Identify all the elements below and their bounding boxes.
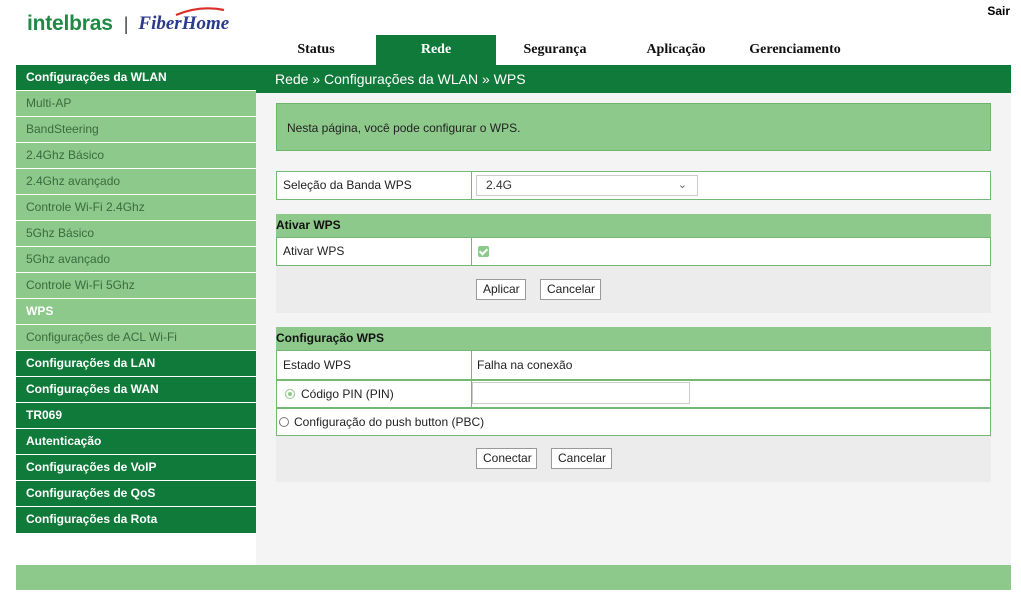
sidebar-item-controle-24ghz[interactable]: Controle Wi-Fi 2.4Ghz [16,195,256,221]
cancel-config-button[interactable]: Cancelar [551,448,612,469]
tab-gerenciamento[interactable]: Gerenciamento [738,35,852,66]
pbc-row: Configuração do push button (PBC) [276,408,991,436]
sidebar-header-tr069[interactable]: TR069 [16,403,256,429]
brand-logo: intelbras | FiberHome [27,7,229,40]
pin-input[interactable] [472,382,690,404]
sidebar-item-5ghz-avancado[interactable]: 5Ghz avançado [16,247,256,273]
pin-label-text: Código PIN (PIN) [301,387,394,401]
logout-link[interactable]: Sair [987,4,1010,18]
sidebar-item-bandsteering[interactable]: BandSteering [16,117,256,143]
band-select-value: 2.4G [486,178,513,192]
tab-rede[interactable]: Rede [376,35,496,66]
sidebar-item-acl-wifi[interactable]: Configurações de ACL Wi-Fi [16,325,256,351]
sidebar-item-controle-5ghz[interactable]: Controle Wi-Fi 5Ghz [16,273,256,299]
sidebar-item-5ghz-basico[interactable]: 5Ghz Básico [16,221,256,247]
activate-section-header: Ativar WPS [276,214,991,237]
sidebar-header-wlan[interactable]: Configurações da WLAN [16,65,256,91]
page-description: Nesta página, você pode configurar o WPS… [276,103,991,151]
cancel-activate-button[interactable]: Cancelar [540,279,601,300]
sidebar-header-qos[interactable]: Configurações de QoS [16,481,256,507]
band-select[interactable]: 2.4G ⌄ [476,175,698,196]
sidebar-header-wan[interactable]: Configurações da WAN [16,377,256,403]
config-section-header: Configuração WPS [276,327,991,350]
logo-separator: | [123,13,129,34]
pin-radio[interactable] [285,389,295,399]
config-actions [276,436,991,482]
fiberhome-logo-text: FiberHome [138,7,229,35]
sidebar-header-rota[interactable]: Configurações da Rota [16,507,256,534]
tab-status[interactable]: Status [256,35,376,66]
activate-wps-checkbox[interactable] [478,246,489,257]
activate-row: Ativar WPS [276,237,991,266]
sidebar-item-24ghz-basico[interactable]: 2.4Ghz Básico [16,143,256,169]
activate-actions [276,266,991,313]
sidebar-header-lan[interactable]: Configurações da LAN [16,351,256,377]
pbc-label: Configuração do push button (PBC) [294,415,485,429]
sidebar: Configurações da WLAN Multi-AP BandSteer… [16,65,256,534]
fiberhome-swoosh-icon [175,7,225,17]
sidebar-item-multi-ap[interactable]: Multi-AP [16,91,256,117]
band-selection-row: Seleção da Banda WPS 2.4G ⌄ [276,171,991,200]
chevron-down-icon: ⌄ [677,179,687,191]
band-selection-label: Seleção da Banda WPS [277,172,472,199]
intelbras-logo-text: intelbras [27,12,113,35]
footer-bar [16,565,1011,590]
sidebar-item-wps[interactable]: WPS [16,299,256,325]
sidebar-item-24ghz-avancado[interactable]: 2.4Ghz avançado [16,169,256,195]
wps-state-value: Falha na conexão [477,358,573,372]
pin-label: Código PIN (PIN) [277,381,472,407]
wps-state-row: Estado WPS Falha na conexão [276,350,991,380]
pbc-radio[interactable] [279,417,289,427]
sidebar-header-autenticacao[interactable]: Autenticação [16,429,256,455]
tab-aplicacao[interactable]: Aplicação [614,35,738,66]
activate-label: Ativar WPS [277,238,472,265]
wps-state-label: Estado WPS [277,351,472,379]
apply-button[interactable]: Aplicar [476,279,526,300]
sidebar-header-voip[interactable]: Configurações de VoIP [16,455,256,481]
tab-seguranca[interactable]: Segurança [496,35,614,66]
pin-row: Código PIN (PIN) [276,380,991,408]
breadcrumb: Rede » Configurações da WLAN » WPS [275,71,526,87]
connect-button[interactable]: Conectar [476,448,537,469]
